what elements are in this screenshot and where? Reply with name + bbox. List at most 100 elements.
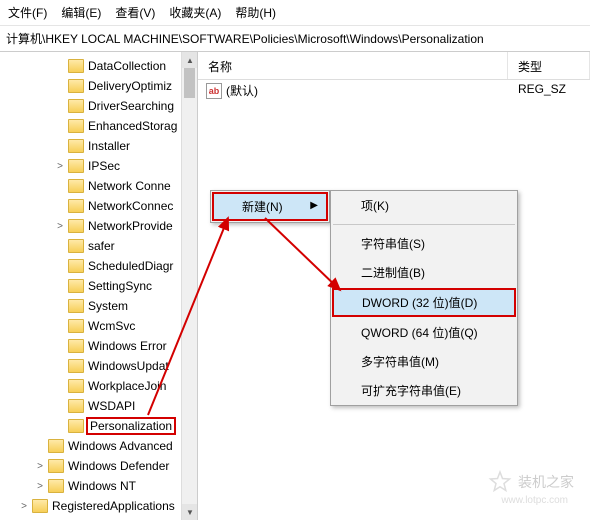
tree-label: IPSec xyxy=(86,159,122,173)
menu-help[interactable]: 帮助(H) xyxy=(235,4,276,21)
folder-icon xyxy=(68,199,84,213)
expand-icon[interactable]: > xyxy=(18,501,30,512)
folder-icon xyxy=(68,359,84,373)
menu-view[interactable]: 查看(V) xyxy=(115,4,155,21)
tree-node[interactable]: WindowsUpdat xyxy=(4,356,197,376)
tree-label: Installer xyxy=(86,139,132,153)
scroll-up-icon[interactable]: ▲ xyxy=(182,52,198,68)
menu-separator xyxy=(333,224,515,225)
star-icon xyxy=(488,470,512,494)
tree-node[interactable]: Windows Advanced xyxy=(4,436,197,456)
tree-label: System xyxy=(86,299,130,313)
tree-label: Windows NT xyxy=(66,479,138,493)
expand-icon[interactable]: > xyxy=(34,461,46,472)
tree-label: DriverSearching xyxy=(86,99,176,113)
tree-node[interactable]: Personalization xyxy=(4,416,197,436)
menu-new-binary[interactable]: 二进制值(B) xyxy=(331,258,517,287)
folder-icon xyxy=(68,99,84,113)
folder-icon xyxy=(48,479,64,493)
folder-icon xyxy=(68,139,84,153)
tree-pane: DataCollection DeliveryOptimiz DriverSearc… xyxy=(0,52,198,520)
watermark: 装机之家 xyxy=(488,470,574,494)
expand-icon[interactable]: > xyxy=(54,161,66,172)
tree-scrollbar[interactable]: ▲ ▼ xyxy=(181,52,197,520)
menu-new-string[interactable]: 字符串值(S) xyxy=(331,229,517,258)
tree-label: DataCollection xyxy=(86,59,168,73)
expand-icon[interactable]: > xyxy=(34,481,46,492)
col-type[interactable]: 类型 xyxy=(508,52,590,79)
folder-icon xyxy=(68,239,84,253)
menu-new[interactable]: 新建(N)▶ xyxy=(212,192,328,221)
watermark-url: www.lotpc.com xyxy=(501,495,568,506)
folder-icon xyxy=(48,439,64,453)
folder-icon xyxy=(68,319,84,333)
tree-node[interactable]: > RegisteredApplications xyxy=(4,496,197,516)
folder-icon xyxy=(68,399,84,413)
tree-node[interactable]: > NetworkProvide xyxy=(4,216,197,236)
tree-label: WSDAPI xyxy=(86,399,137,413)
folder-icon xyxy=(68,299,84,313)
menu-new-qword64[interactable]: QWORD (64 位)值(Q) xyxy=(331,318,517,347)
tree-node[interactable]: DataCollection xyxy=(4,56,197,76)
scroll-thumb[interactable] xyxy=(184,68,195,98)
tree-node[interactable]: > Windows Defender xyxy=(4,456,197,476)
list-row[interactable]: ab (默认) REG_SZ xyxy=(198,80,590,101)
tree-label: SettingSync xyxy=(86,279,154,293)
tree-label: Network Conne xyxy=(86,179,173,193)
address-bar[interactable]: 计算机\HKEY LOCAL MACHINE\SOFTWARE\Policies… xyxy=(0,26,590,52)
context-menu-empty: 新建(N)▶ xyxy=(210,190,330,223)
menu-new-key[interactable]: 项(K) xyxy=(331,191,517,220)
tree-node[interactable]: SettingSync xyxy=(4,276,197,296)
menu-new-multistring[interactable]: 多字符串值(M) xyxy=(331,347,517,376)
folder-icon xyxy=(68,79,84,93)
tree-label: Personalization xyxy=(86,417,176,435)
tree-node[interactable]: > Windows NT xyxy=(4,476,197,496)
tree-node[interactable]: Installer xyxy=(4,136,197,156)
folder-icon xyxy=(32,499,48,513)
folder-icon xyxy=(68,179,84,193)
menu-favorites[interactable]: 收藏夹(A) xyxy=(169,4,221,21)
expand-icon[interactable]: > xyxy=(54,221,66,232)
tree-node[interactable]: System xyxy=(4,296,197,316)
tree-label: DeliveryOptimiz xyxy=(86,79,174,93)
menu-bar: 文件(F) 编辑(E) 查看(V) 收藏夹(A) 帮助(H) xyxy=(0,0,590,26)
tree-node[interactable]: DriverSearching xyxy=(4,96,197,116)
folder-icon xyxy=(68,119,84,133)
menu-new-expandstring[interactable]: 可扩充字符串值(E) xyxy=(331,376,517,405)
tree-node[interactable]: EnhancedStorag xyxy=(4,116,197,136)
tree-node[interactable]: safer xyxy=(4,236,197,256)
menu-edit[interactable]: 编辑(E) xyxy=(61,4,101,21)
folder-icon xyxy=(68,259,84,273)
folder-icon xyxy=(68,219,84,233)
scroll-down-icon[interactable]: ▼ xyxy=(182,504,198,520)
tree-label: NetworkConnec xyxy=(86,199,175,213)
tree-node[interactable]: NetworkConnec xyxy=(4,196,197,216)
submenu-arrow-icon: ▶ xyxy=(310,200,318,211)
folder-icon xyxy=(68,339,84,353)
tree-node[interactable]: Windows Error xyxy=(4,336,197,356)
menu-new-dword32[interactable]: DWORD (32 位)值(D) xyxy=(332,288,516,317)
tree-label: safer xyxy=(86,239,117,253)
folder-icon xyxy=(68,59,84,73)
tree-label: WcmSvc xyxy=(86,319,137,333)
col-name[interactable]: 名称 xyxy=(198,52,508,79)
tree-label: Windows Defender xyxy=(66,459,171,473)
tree-node[interactable]: WSDAPI xyxy=(4,396,197,416)
folder-icon xyxy=(68,419,84,433)
value-type: REG_SZ xyxy=(508,82,590,99)
tree-node[interactable]: DeliveryOptimiz xyxy=(4,76,197,96)
tree-label: RegisteredApplications xyxy=(50,499,177,513)
tree-node[interactable]: > IPSec xyxy=(4,156,197,176)
tree-label: NetworkProvide xyxy=(86,219,175,233)
tree-label: WorkplaceJoin xyxy=(86,379,168,393)
menu-file[interactable]: 文件(F) xyxy=(8,4,47,21)
tree-node[interactable]: ScheduledDiagr xyxy=(4,256,197,276)
folder-icon xyxy=(68,379,84,393)
tree-label: WindowsUpdat xyxy=(86,359,171,373)
tree-node[interactable]: Network Conne xyxy=(4,176,197,196)
tree-node[interactable]: WcmSvc xyxy=(4,316,197,336)
folder-icon xyxy=(68,159,84,173)
folder-icon xyxy=(68,279,84,293)
tree-node[interactable]: WorkplaceJoin xyxy=(4,376,197,396)
string-value-icon: ab xyxy=(206,83,222,99)
